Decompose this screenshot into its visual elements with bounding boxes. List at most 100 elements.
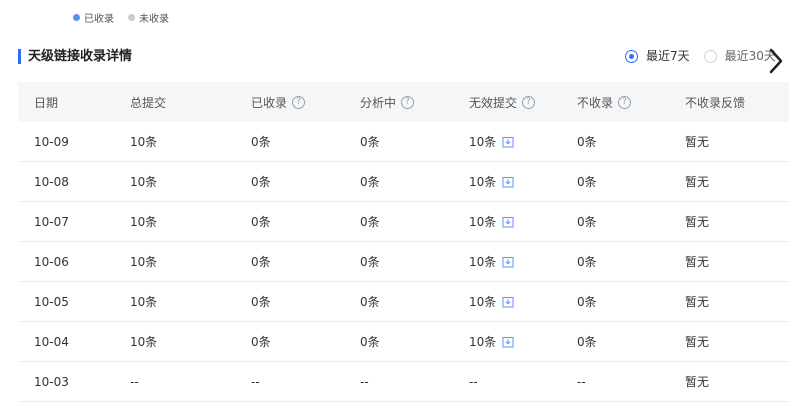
cell-value: 10-07	[34, 214, 69, 229]
cell-value: 10条	[130, 335, 158, 349]
legend-item-indexed[interactable]: 已收录	[73, 10, 114, 25]
cell-value: 暂无	[685, 135, 710, 149]
cell-value: 暂无	[685, 295, 710, 309]
column-header: 已收录?	[235, 94, 344, 111]
table-body: 10-09 10条 0条 0条 10条 0条 暂无 10-08 10条 0条 0条 10条 0条 暂无 10…	[18, 122, 789, 402]
table-cell: 10-07	[18, 215, 114, 229]
table-cell: 10-09	[18, 135, 114, 149]
help-icon[interactable]: ?	[618, 95, 632, 109]
cell-value: 0条	[360, 335, 380, 349]
table-cell: 10-03	[18, 375, 114, 389]
help-icon[interactable]: ?	[292, 95, 306, 109]
cell-value: 0条	[360, 175, 380, 189]
download-icon[interactable]	[502, 136, 514, 148]
download-icon[interactable]	[502, 216, 514, 228]
cell-value: 10-04	[34, 334, 69, 349]
table-cell: 暂无	[669, 333, 789, 350]
cell-value: 0条	[251, 135, 271, 149]
table-cell: 10条	[453, 213, 561, 230]
legend-dot-not-indexed	[128, 14, 135, 21]
table-cell: --	[235, 375, 344, 389]
table-cell: 0条	[344, 133, 453, 150]
column-header-label: 分析中	[360, 95, 397, 110]
cell-value: 暂无	[685, 335, 710, 349]
table-row: 10-05 10条 0条 0条 10条 0条 暂无	[18, 282, 789, 322]
cell-value: 10条	[130, 255, 158, 269]
table-cell: 0条	[344, 293, 453, 310]
cell-value: --	[130, 374, 139, 389]
table-row: 10-03 -- -- -- -- -- 暂无	[18, 362, 789, 402]
cell-value: 暂无	[685, 175, 710, 189]
table-row: 10-09 10条 0条 0条 10条 0条 暂无	[18, 122, 789, 162]
cell-value: 暂无	[685, 255, 710, 269]
table-row: 10-06 10条 0条 0条 10条 0条 暂无	[18, 242, 789, 282]
table-cell: 10条	[114, 293, 235, 310]
help-icon[interactable]: ?	[522, 95, 536, 109]
index-detail-table: 日期 总提交 已收录? 分析中? 无效提交? 不收录? 不收录反馈 10-09 10条 0条 0条…	[18, 82, 789, 402]
column-header: 日期	[18, 94, 114, 111]
cell-value: 0条	[251, 335, 271, 349]
cell-value: 10条	[130, 135, 158, 149]
table-cell: 10条	[453, 253, 561, 270]
download-icon[interactable]	[502, 336, 514, 348]
table-cell: 0条	[344, 213, 453, 230]
radio-30-days[interactable]	[703, 50, 717, 63]
cell-value: 0条	[577, 135, 597, 149]
table-cell: 0条	[235, 293, 344, 310]
cell-value: 10条	[130, 175, 158, 189]
table-cell: 0条	[561, 293, 669, 310]
range-option-7-days[interactable]: 最近7天	[625, 48, 690, 65]
cell-value: 暂无	[685, 375, 710, 389]
table-cell: 0条	[235, 173, 344, 190]
help-icon[interactable]: ?	[401, 95, 415, 109]
column-header-label: 已收录	[251, 95, 288, 110]
cell-value: 10条	[469, 135, 497, 149]
column-header: 分析中?	[344, 94, 453, 111]
table-cell: 0条	[561, 333, 669, 350]
legend-label-indexed: 已收录	[84, 14, 114, 25]
column-header-label: 日期	[34, 95, 59, 110]
cell-value: 0条	[251, 215, 271, 229]
cell-value: 暂无	[685, 215, 710, 229]
cell-value: 10-08	[34, 174, 69, 189]
cell-value: --	[469, 374, 478, 389]
column-header-label: 不收录	[577, 95, 614, 110]
table-header: 日期 总提交 已收录? 分析中? 无效提交? 不收录? 不收录反馈	[18, 82, 789, 122]
table-cell: 0条	[235, 133, 344, 150]
cell-value: 0条	[251, 255, 271, 269]
cell-value: 10-09	[34, 134, 69, 149]
cell-value: --	[251, 374, 260, 389]
cell-value: 10条	[469, 255, 497, 269]
cell-value: 0条	[360, 295, 380, 309]
table-cell: 10条	[453, 333, 561, 350]
legend-label-not-indexed: 未收录	[139, 14, 169, 25]
column-header: 无效提交?	[453, 94, 561, 111]
table-row: 10-08 10条 0条 0条 10条 0条 暂无	[18, 162, 789, 202]
table-cell: 10条	[114, 133, 235, 150]
table-cell: --	[114, 375, 235, 389]
table-cell: 0条	[561, 213, 669, 230]
radio-7-days[interactable]	[625, 50, 638, 63]
cell-value: 0条	[360, 215, 380, 229]
chevron-right-icon[interactable]	[766, 47, 786, 75]
cell-value: --	[577, 374, 586, 389]
cell-value: 0条	[360, 135, 380, 149]
table-cell: --	[561, 375, 669, 389]
table-cell: 10-06	[18, 255, 114, 269]
chart-legend: 已收录 未收录	[73, 10, 183, 25]
table-cell: 10条	[453, 133, 561, 150]
cell-value: 0条	[360, 255, 380, 269]
table-cell: 0条	[235, 333, 344, 350]
column-header-label: 无效提交	[469, 95, 518, 110]
table-cell: --	[344, 375, 453, 389]
table-cell: --	[453, 375, 561, 389]
table-cell: 暂无	[669, 293, 789, 310]
download-icon[interactable]	[502, 296, 514, 308]
download-icon[interactable]	[502, 176, 514, 188]
legend-item-not-indexed[interactable]: 未收录	[128, 10, 169, 25]
column-header-label: 总提交	[130, 95, 167, 110]
download-icon[interactable]	[502, 256, 514, 268]
table-cell: 暂无	[669, 373, 789, 390]
table-cell: 10条	[114, 173, 235, 190]
section-header: 天级链接收录详情 最近7天 最近30天	[18, 48, 800, 66]
